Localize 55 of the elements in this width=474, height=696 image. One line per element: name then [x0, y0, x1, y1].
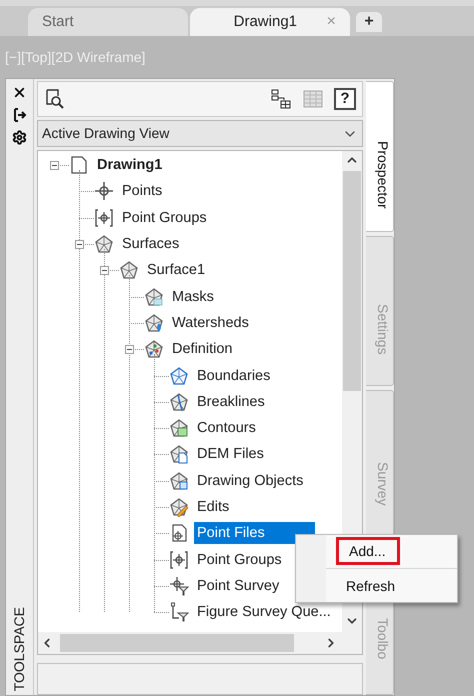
tree-item[interactable]: Surface1 [144, 259, 208, 282]
tree-item[interactable]: Point Groups [194, 548, 285, 571]
scrollbar-thumb[interactable] [343, 171, 361, 391]
tree-item[interactable]: Breaklines [194, 390, 268, 413]
bracketed-crosshair-icon [169, 550, 189, 570]
collapse-toggle[interactable] [124, 344, 134, 354]
document-icon [69, 155, 89, 176]
pentagon-dots-icon [144, 339, 164, 360]
tree-item[interactable]: Point Survey [194, 574, 282, 597]
table-icon [302, 88, 324, 110]
menu-item[interactable]: Add... [336, 537, 400, 565]
pentagon-icon [169, 366, 189, 386]
collapse-toggle[interactable] [100, 266, 108, 275]
scrollbar-thumb[interactable] [60, 634, 294, 652]
tree-item[interactable]: Edits [194, 496, 232, 518]
collapse-toggle[interactable] [74, 240, 84, 249]
crosshair-funnel-icon [169, 576, 189, 596]
tree-grid-icon[interactable] [270, 88, 292, 110]
pentagon-file-icon [169, 444, 189, 464]
tree-item[interactable]: Point Files [194, 522, 315, 544]
help-button[interactable]: ? [334, 88, 356, 110]
view-dropdown[interactable]: Active Drawing View [37, 120, 363, 147]
tree-item[interactable]: Contours [194, 417, 259, 440]
settings-icon[interactable] [12, 130, 27, 145]
pentagon-contour-icon [169, 418, 189, 438]
pentagon-drop-icon [144, 312, 164, 333]
tree-item[interactable]: Points [119, 180, 166, 202]
tree-item[interactable]: Drawing Objects [194, 470, 306, 492]
pentagon-icon [119, 260, 139, 280]
pentagon-grid-icon [144, 286, 164, 307]
pentagon-cube-icon [169, 470, 189, 491]
tree-item[interactable]: Boundaries [194, 364, 274, 387]
pentagon-line-icon [169, 392, 189, 412]
new-tab-button[interactable]: + [356, 12, 382, 32]
tree-item[interactable]: Definition [169, 338, 236, 360]
tree-item[interactable]: DEM Files [194, 443, 267, 466]
close-icon[interactable] [12, 85, 27, 100]
tree-item[interactable]: Watersheds [169, 312, 252, 334]
arrow-into-bracket-icon[interactable] [12, 108, 26, 122]
tree-item[interactable]: Figure Survey Que... [194, 601, 334, 624]
side-tab[interactable]: Prospector [366, 81, 394, 232]
tree-item[interactable]: Masks [169, 286, 217, 308]
pentagon-icon [94, 234, 114, 254]
collapse-toggle[interactable] [50, 160, 58, 170]
tree-item[interactable]: Drawing1 [94, 154, 166, 176]
figure-funnel-icon [169, 602, 189, 622]
pentagon-pencil-icon [169, 497, 189, 517]
search-icon[interactable] [44, 88, 66, 110]
toolspace-title: TOOLSPACE [10, 606, 28, 691]
document-tab[interactable]: Start [28, 8, 188, 36]
crosshair-icon [94, 181, 114, 202]
tree-item[interactable]: Point Groups [119, 206, 210, 229]
tree-item[interactable]: Surfaces [119, 233, 182, 256]
document-tab[interactable]: Drawing1 × [190, 8, 350, 36]
bracketed-crosshair-icon [94, 208, 114, 228]
